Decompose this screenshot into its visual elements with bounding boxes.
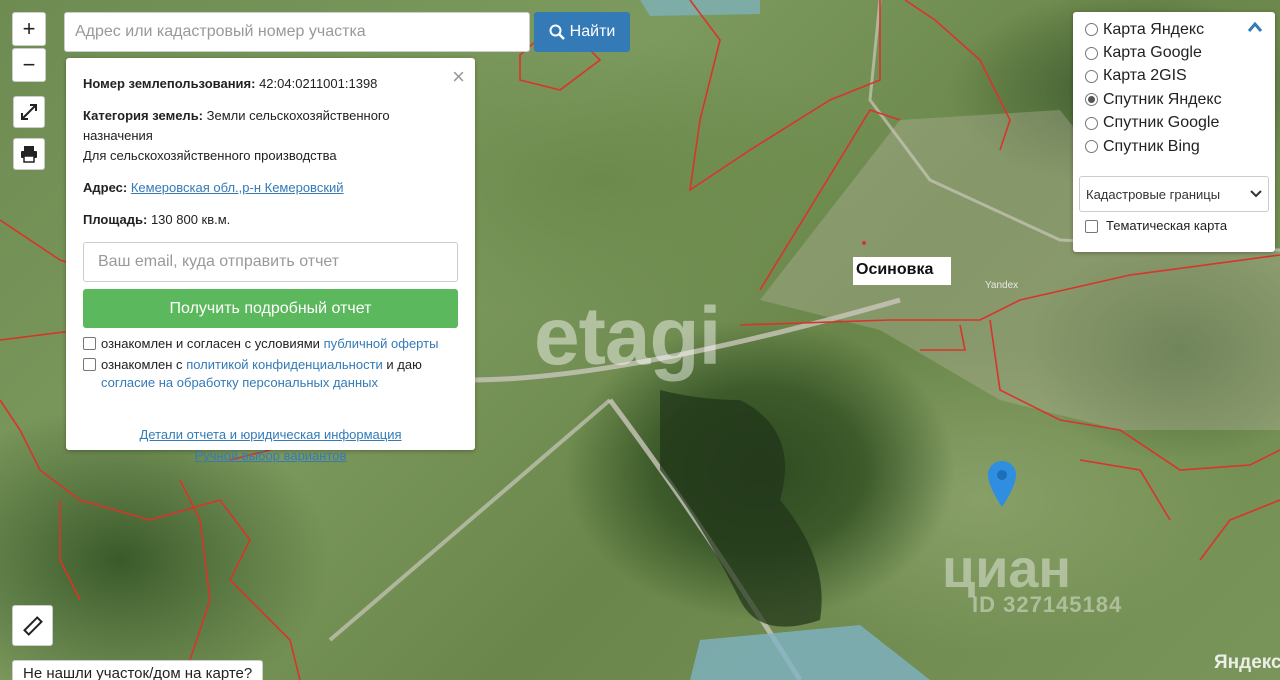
get-report-button[interactable]: Получить подробный отчет [83,289,458,328]
zoom-out-button[interactable]: − [12,48,46,82]
layer-option[interactable]: Карта Яндекс [1085,18,1265,41]
offer-link[interactable]: публичной оферты [324,336,439,351]
layer-option[interactable]: Спутник Google [1085,112,1265,135]
printer-icon [21,146,37,163]
search-input[interactable]: Адрес или кадастровый номер участка [64,12,530,52]
layer-option-label: Карта Яндекс [1103,20,1205,38]
watermark-cian: циан [942,539,1072,599]
search-button-label: Найти [569,23,616,40]
location-pin-icon[interactable] [988,461,1016,507]
privacy-checkbox[interactable] [83,358,96,371]
land-use-number: Номер землепользования: 42:04:0211001:13… [83,76,378,91]
layer-option-label: Спутник Google [1103,114,1220,132]
report-details-link[interactable]: Детали отчета и юридическая информация [83,424,458,445]
watermark-etagi: etagi [534,291,721,382]
layer-radio[interactable] [1085,23,1098,37]
address-link[interactable]: Кемеровская обл.,р-н Кемеровский [131,180,344,195]
email-field[interactable]: Ваш email, куда отправить отчет [83,242,458,282]
ruler-button[interactable] [12,605,53,646]
offer-checkbox[interactable] [83,337,96,350]
map-layers-panel: Карта Яндекс Карта Google Карта 2GIS Спутни… [1073,12,1275,252]
land-category: Категория земель: Земли сельскохозяйстве… [83,108,390,163]
manual-selection-link[interactable]: Ручной выбор вариантов [83,445,458,466]
layer-option[interactable]: Спутник Яндекс [1085,88,1265,111]
watermark-id: ID 327145184 [972,592,1123,617]
search-icon [549,24,565,40]
layer-option-label: Карта 2GIS [1103,67,1187,85]
layer-option-label: Спутник Bing [1103,137,1200,155]
yandex-logo: Яндекс [1214,652,1280,673]
layer-select[interactable]: Кадастровые границы [1079,176,1269,212]
ruler-icon [22,615,43,636]
layer-radio[interactable] [1085,140,1098,154]
town-label: Осиновка [853,257,952,285]
address: Адрес: Кемеровская обл.,р-н Кемеровский [83,180,344,195]
consent-offer: ознакомлен и согласен с условиями публич… [83,335,458,353]
personal-data-link[interactable]: согласие на обработку персональных данны… [101,375,378,390]
tile-label: Yandex [985,280,1019,291]
layer-radio[interactable] [1085,46,1098,60]
layer-radio[interactable] [1085,93,1098,107]
chevron-up-icon[interactable] [1247,20,1263,38]
not-found-button[interactable]: Не нашли участок/дом на карте? [12,660,264,680]
layer-radio[interactable] [1085,116,1098,130]
area: Площадь: 130 800 кв.м. [83,212,231,227]
privacy-link[interactable]: политикой конфиденциальности [186,357,383,372]
layer-option[interactable]: Спутник Bing [1085,135,1265,158]
layer-option-label: Спутник Яндекс [1103,90,1222,108]
layer-radio[interactable] [1085,69,1098,83]
fullscreen-button[interactable] [13,96,45,128]
layer-option[interactable]: Карта Google [1085,41,1265,64]
chevron-down-icon [1250,190,1262,198]
layer-option[interactable]: Карта 2GIS [1085,65,1265,88]
thematic-map-toggle[interactable]: Тематическая карта [1085,218,1227,233]
print-button[interactable] [13,138,45,170]
expand-icon [21,104,37,120]
consent-privacy: ознакомлен с политикой конфиденциальност… [83,356,458,392]
layer-option-label: Карта Google [1103,44,1202,62]
zoom-in-button[interactable]: + [12,12,46,46]
close-icon[interactable]: × [452,64,465,90]
search-button[interactable]: Найти [534,12,630,52]
parcel-info-panel: × Номер землепользования: 42:04:0211001:… [66,58,475,463]
thematic-checkbox[interactable] [1085,220,1098,233]
